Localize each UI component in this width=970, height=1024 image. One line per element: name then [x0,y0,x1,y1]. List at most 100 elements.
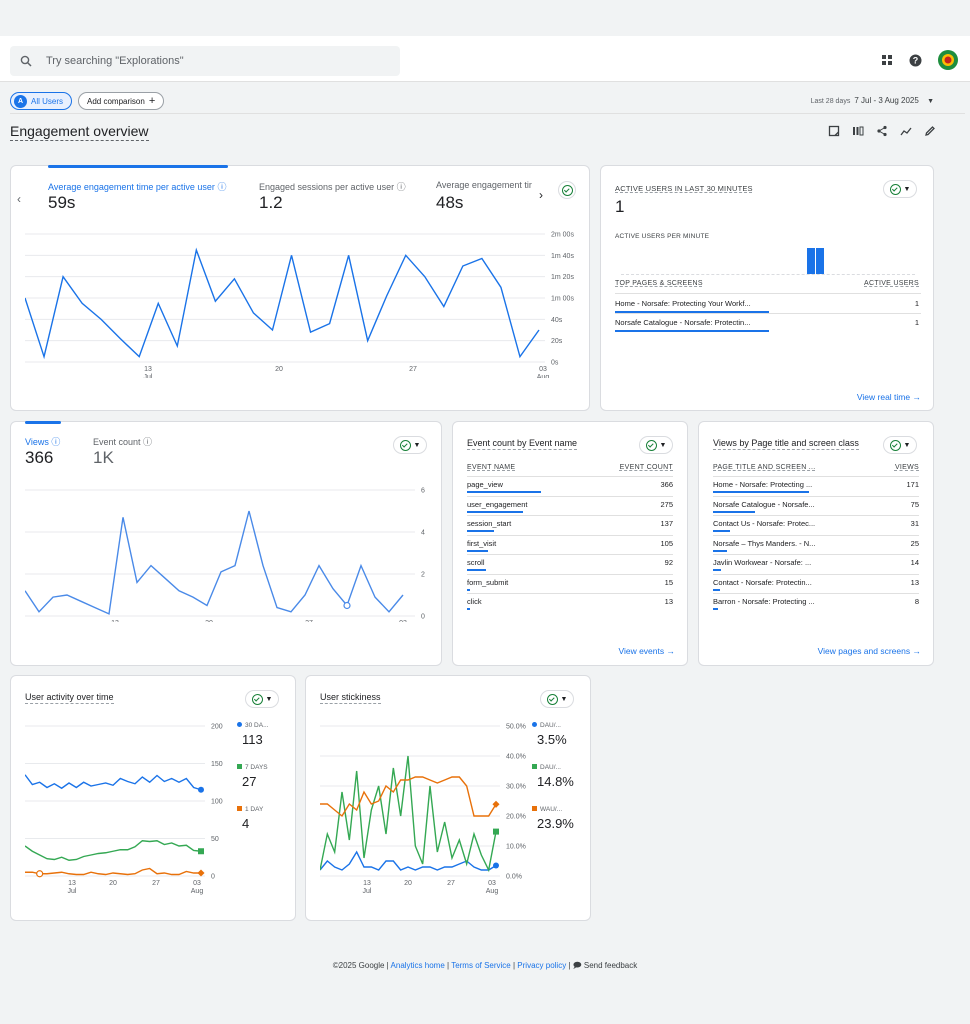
y-tick-label: 200 [211,724,223,731]
edit-pencil-icon[interactable] [924,125,936,137]
metric-tab-avg-engagement-time[interactable]: Average engagement time per active user … [48,180,226,193]
compare-status-button[interactable] [558,181,576,199]
account-avatar[interactable] [938,50,958,70]
table-row-name[interactable]: user_engagement [467,500,527,509]
view-events-link[interactable]: View events → [618,646,675,656]
legend-swatch [237,806,242,811]
chevron-right-icon[interactable]: › [539,188,543,202]
series-end-marker [198,848,204,855]
card-title: Views by Page title and screen class [713,438,859,450]
view-realtime-link[interactable]: View real time → [857,392,921,402]
table-row-name[interactable]: Norsafe – Thys Manders. - N... [713,539,815,548]
compare-status-button[interactable]: ▼ [883,180,917,198]
help-circle-icon[interactable]: ⓘ [397,182,406,192]
share-icon[interactable] [876,125,888,137]
arrow-right-icon: → [912,392,922,402]
per-minute-label: ACTIVE USERS PER MINUTE [615,233,710,240]
search-input[interactable]: Try searching "Explorations" [46,55,184,67]
user-stickiness-line-chart: 50.0% 40.0% 30.0% 20.0% 10.0% 0.0% 13Jul 20 27 03… [320,724,526,895]
y-tick-label: 2m 00s [551,232,574,239]
card-title: User activity over time [25,692,114,704]
table-row-name[interactable]: Home - Norsafe: Protecting ... [713,480,812,489]
legend-item: 30 DA... [237,722,268,729]
view-pages-link[interactable]: View pages and screens → [818,646,921,656]
series-end-marker [493,862,499,869]
table-row-value: 1 [914,318,919,327]
compare-status-button[interactable]: ▼ [393,436,427,454]
privacy-link[interactable]: Privacy policy [517,961,566,970]
series-line [25,774,202,791]
apps-grid-icon[interactable] [881,54,893,66]
metric-tab-avg-engagement-partial[interactable]: Average engagement tir [436,180,534,190]
compare-icon[interactable] [852,125,864,137]
help-circle-icon[interactable]: ⓘ [217,182,226,192]
x-tick-label: 13 [144,366,152,373]
legend-value: 3.5% [537,732,567,747]
legend-value: 113 [242,732,263,747]
help-circle-icon[interactable]: ⓘ [143,437,152,447]
help-circle-icon[interactable]: ⓘ [51,437,60,447]
table-row-name[interactable]: Contact Us - Norsafe: Protec... [713,519,815,528]
compare-status-button[interactable]: ▼ [639,436,673,454]
table-row-name[interactable]: Norsafe Catalogue - Norsafe... [713,500,815,509]
legend-label: WAU/... [540,806,563,813]
card-title: Event count by Event name [467,438,578,450]
table-row-name[interactable]: Barron - Norsafe: Protecting ... [713,597,815,606]
note-icon[interactable] [828,125,840,137]
chevron-left-icon[interactable]: ‹ [17,192,21,206]
active-tab-indicator [48,165,228,168]
metric-tab-views[interactable]: Views ⓘ [25,435,60,448]
help-icon[interactable]: ? [909,54,922,67]
add-comparison-button[interactable]: Add comparison + [78,92,165,110]
terms-link[interactable]: Terms of Service [451,961,511,970]
metric-tab-engaged-sessions[interactable]: Engaged sessions per active user ⓘ [259,180,406,193]
chevron-down-icon: ▼ [413,441,421,449]
send-feedback-link[interactable]: Send feedback [584,961,637,970]
plus-icon: + [148,95,156,107]
x-tick-label: Jul [144,374,153,378]
realtime-active-users: 1 [615,197,625,216]
compare-status-button[interactable]: ▼ [245,690,279,708]
row-bar [467,569,486,571]
realtime-card: ACTIVE USERS IN LAST 30 MINUTES 1 ▼ ACTI… [600,165,934,411]
table-row-name[interactable]: first_visit [467,539,496,548]
table-row-value: 275 [660,499,673,509]
metric-label: Event count [93,437,141,447]
legend-swatch [532,806,537,811]
y-tick-label: 150 [211,761,223,768]
compare-status-button[interactable]: ▼ [540,690,574,708]
feedback-icon: 🗩 [572,961,582,970]
series-line [25,840,202,861]
x-tick-label: 03 [539,366,547,373]
y-tick-label: 50.0% [506,724,526,731]
table-row-name[interactable]: page_view [467,480,503,489]
table-row-name[interactable]: scroll [467,558,485,567]
segment-chip-all-users[interactable]: A All Users [10,92,73,110]
check-circle-icon [251,693,263,705]
y-tick-label: 10.0% [506,844,526,851]
table-row-name[interactable]: session_start [467,519,511,528]
analytics-home-link[interactable]: Analytics home [391,961,445,970]
column-header: EVENT COUNT [619,464,673,471]
table-row-name[interactable]: Contact - Norsafe: Protectin... [713,578,812,587]
y-tick-label: 0.0% [506,874,522,881]
views-line-chart: 604020013Jul202703Aug [25,488,425,622]
y-tick-label: 60 [421,488,425,495]
series-line [320,755,497,873]
date-range-picker[interactable]: Last 28 days 7 Jul - 3 Aug 2025 ▼ [811,96,934,105]
compare-status-button[interactable]: ▼ [883,436,917,454]
table-row-name[interactable]: form_submit [467,578,508,587]
table-row-value: 366 [660,480,673,489]
row-bar [713,510,756,513]
search-bar[interactable]: Try searching "Explorations" [10,46,400,76]
metric-tab-event-count[interactable]: Event count ⓘ [93,435,152,448]
column-header: ACTIVE USERS [864,280,919,287]
legend-swatch [237,722,242,727]
divider [467,573,673,575]
table-row-name[interactable]: click [467,597,482,606]
insights-icon[interactable] [900,125,912,137]
divider [713,573,919,575]
table-row-name[interactable]: Javlin Workwear - Norsafe: ... [713,558,811,567]
divider [713,554,919,555]
date-range-value: 7 Jul - 3 Aug 2025 [854,96,919,105]
